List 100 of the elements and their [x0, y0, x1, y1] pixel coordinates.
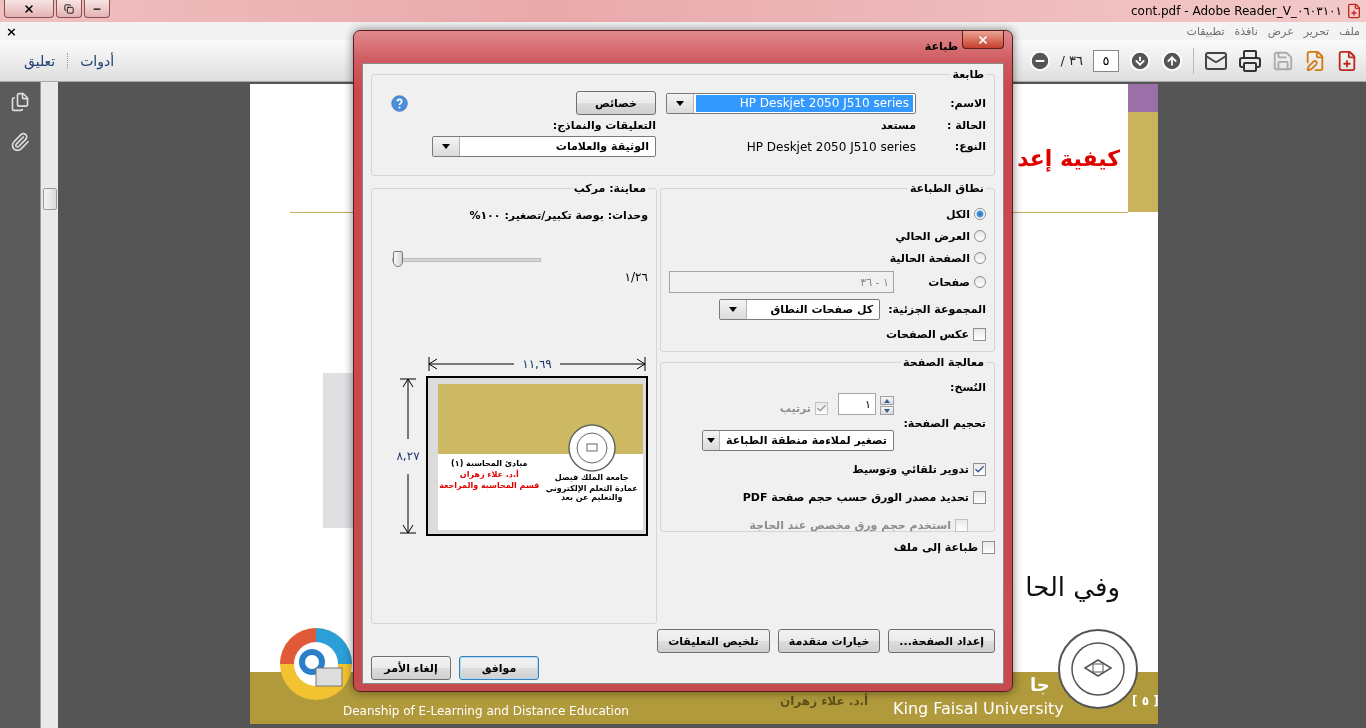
- menu-item[interactable]: عرض: [1267, 24, 1294, 38]
- scrollbar-thumb[interactable]: [42, 188, 57, 210]
- comments-dropdown[interactable]: الوثيقة والعلامات: [432, 136, 656, 157]
- checkbox-label: تحديد مصدر الورق حسب حجم صفحة PDF: [742, 490, 969, 504]
- field-label: المجموعة الجزئية:: [888, 302, 986, 316]
- radio-label: الصفحة الحالية: [889, 251, 970, 265]
- field-label: الحالة :: [946, 119, 986, 132]
- menu-item[interactable]: نافذة: [1234, 24, 1258, 38]
- window-title: cont.pdf - Adobe Reader_V_٠٦٠٣١٠١: [1130, 4, 1342, 18]
- status-value: مستعد: [879, 119, 916, 132]
- zoom-out-icon[interactable]: [1028, 49, 1051, 72]
- check-icon: [816, 403, 827, 414]
- caret-up-icon: [884, 398, 890, 403]
- close-button[interactable]: [962, 31, 1004, 49]
- arrow-down-icon[interactable]: [1129, 49, 1151, 72]
- slider-thumb[interactable]: [393, 251, 403, 267]
- sheet-text: عمادة التعلم الإلكتروني والتعليم عن بعد: [544, 484, 639, 503]
- action-button[interactable]: خيارات متقدمة: [777, 629, 881, 653]
- radio-button[interactable]: [974, 276, 986, 288]
- footer-fragment: جا: [1030, 674, 1050, 695]
- checkbox-label: عكس الصفحات: [885, 327, 969, 341]
- scaling-dropdown[interactable]: تصغير لملاءمة منطقة الطباعة: [702, 430, 894, 451]
- footer-author: أ.د. علاء زهران: [780, 694, 869, 708]
- dialog-title: طباعة: [924, 40, 958, 53]
- dialog-button[interactable]: إلغاء الأمر: [371, 656, 451, 680]
- pane-button[interactable]: تعليق: [12, 52, 69, 69]
- height-label: ٨,٢٧: [393, 449, 423, 463]
- minimize-button[interactable]: [84, 0, 110, 18]
- radio-button[interactable]: [974, 230, 986, 242]
- sheet-text: جامعة الملك فيصل: [554, 474, 629, 483]
- sheet-text: أ.د. علاء زهران: [459, 470, 519, 480]
- checkbox[interactable]: [982, 540, 995, 554]
- menu-item[interactable]: ملف: [1339, 24, 1360, 38]
- group-title: معاينة: مركب: [572, 182, 647, 195]
- footer-text: Deanship of E-Learning and Distance Education: [343, 704, 629, 718]
- checkbox-label: تدوير تلقائي وتوسيط: [852, 462, 969, 476]
- help-icon[interactable]: [390, 94, 408, 112]
- spin-up-button[interactable]: [880, 396, 894, 405]
- caret-down-icon: [884, 408, 890, 413]
- close-document-button[interactable]: ×: [6, 23, 17, 39]
- e-learning-logo-drawing: [280, 628, 352, 700]
- document-pen-icon[interactable]: [1304, 49, 1326, 72]
- page-number: [ ٥ ]: [1132, 694, 1158, 708]
- field-label: التعليقات والنماذج:: [551, 119, 656, 132]
- close-button[interactable]: [4, 0, 54, 18]
- group-title: طابعة: [951, 68, 985, 81]
- close-icon: [23, 2, 35, 15]
- printer-icon[interactable]: [1238, 48, 1262, 73]
- radio-button[interactable]: [974, 208, 986, 220]
- pdf-file-icon: [1346, 3, 1362, 19]
- page-indicator: ١/٢٦: [623, 270, 648, 284]
- arrow-up-icon[interactable]: [1161, 49, 1183, 72]
- field-label: الاسم:: [949, 96, 986, 110]
- radio-button[interactable]: [974, 252, 986, 264]
- radio-label: الكل: [945, 207, 970, 221]
- page-field[interactable]: ٥: [1093, 49, 1119, 72]
- type-value: HP Deskjet 2050 J510 series: [745, 139, 916, 154]
- checkbox[interactable]: [973, 462, 986, 476]
- close-icon: [977, 33, 989, 46]
- paperclip-icon[interactable]: [10, 132, 30, 152]
- pane-button[interactable]: أدوات: [68, 52, 127, 69]
- dialog-button[interactable]: موافق: [459, 656, 539, 680]
- caret-icon: [676, 100, 684, 106]
- action-button[interactable]: تلخيص التعليقات: [657, 629, 770, 653]
- subset-dropdown[interactable]: كل صفحات النطاق: [719, 298, 881, 320]
- restore-icon: [64, 3, 74, 14]
- slide-text: وفي الحا: [1025, 572, 1120, 602]
- action-button[interactable]: إعداد الصفحة...: [888, 629, 995, 653]
- page-count: ٣٦ /: [1060, 53, 1083, 68]
- menu-item[interactable]: تحرير: [1303, 24, 1330, 38]
- sheet-text: مبادئ المحاسبة (١): [451, 460, 528, 469]
- pages-icon[interactable]: [10, 92, 30, 112]
- caret-icon: [729, 306, 738, 312]
- restore-button[interactable]: [56, 0, 82, 18]
- field-label: النوع:: [953, 140, 986, 153]
- sheet-text: قسم المحاسبة والمراجعة: [439, 481, 540, 491]
- checkbox-label: ترتيب: [779, 402, 811, 415]
- checkbox-label: استخدم حجم ورق مخصص عند الحاجة: [749, 518, 951, 532]
- group-title: معالجة الصفحة: [902, 356, 985, 369]
- preview-info: وحدات: بوصة تكبير/تصغير: ١٠٠%: [468, 209, 648, 222]
- copies-field[interactable]: ١: [838, 393, 876, 415]
- checkbox[interactable]: [973, 327, 986, 341]
- slide-heading: كيفية إعد: [1017, 146, 1120, 171]
- group-title: نطاق الطباعة: [908, 182, 985, 195]
- properties-button[interactable]: خصائص: [576, 91, 656, 115]
- spin-down-button[interactable]: [880, 406, 894, 415]
- check-icon: [974, 463, 985, 475]
- checkbox[interactable]: [973, 490, 986, 504]
- caret-icon: [707, 438, 715, 443]
- radio-label: صفحات: [928, 275, 970, 289]
- footer-university: King Faisal University: [893, 699, 1064, 718]
- field-label: تحجيم الصفحة:: [902, 417, 986, 430]
- document-plus-icon[interactable]: [1336, 49, 1358, 72]
- checkbox-label: طباعة إلى ملف: [893, 540, 978, 554]
- field-label: النُسخ:: [949, 381, 986, 394]
- menu-item[interactable]: تطبيقات: [1186, 24, 1225, 38]
- seal-drawing: [567, 424, 616, 472]
- caret-icon: [442, 144, 450, 149]
- corner-block: [1128, 84, 1158, 112]
- radio-label: العرض الحالي: [895, 229, 970, 243]
